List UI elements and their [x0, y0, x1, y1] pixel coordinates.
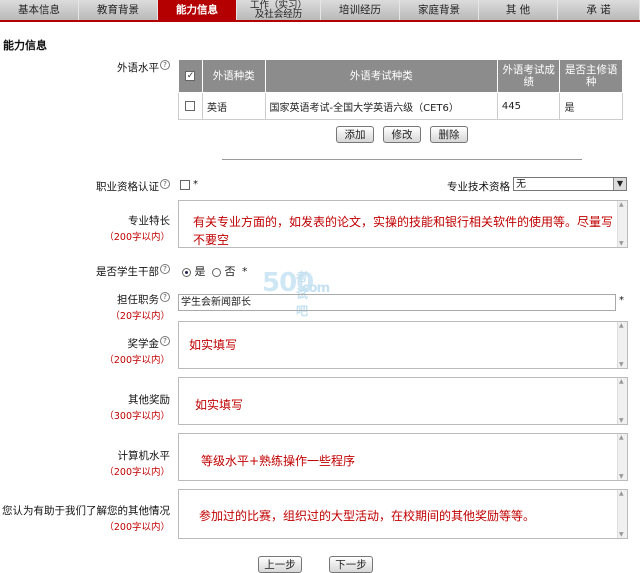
prev-step-button[interactable]: 上一步: [258, 556, 302, 573]
column-header: 外语种类: [201, 59, 266, 93]
language-label-text: 外语水平: [117, 62, 159, 74]
scrollbar[interactable]: [617, 434, 627, 480]
cadre-yes-radio[interactable]: [182, 267, 191, 277]
tech-title-select[interactable]: 无 ▼: [513, 177, 627, 191]
other-awards-textarea[interactable]: 如实填写: [178, 377, 628, 425]
cadre-no-label: 否: [224, 265, 236, 278]
tab-work-experience[interactable]: 工作（实习） 及社会经历: [237, 0, 321, 20]
other-info-limit: （200字以内）: [104, 522, 170, 533]
row-checkbox-cell: [178, 92, 203, 120]
required-mark: *: [242, 265, 248, 278]
chevron-down-icon[interactable]: ▼: [613, 178, 626, 190]
computer-limit: （200字以内）: [104, 467, 170, 478]
tech-title-label: 专业技术资格: [447, 181, 510, 193]
specialty-label-text: 专业特长: [128, 215, 170, 227]
help-icon[interactable]: ?: [160, 60, 170, 70]
specialty-text: 有关专业方面的，如发表的论文，实操的技能和银行相关软件的使用等。尽量写不要空: [193, 215, 614, 247]
edit-button[interactable]: 修改: [383, 126, 421, 143]
tech-title-value: 无: [516, 179, 526, 190]
specialty-limit: （200字以内）: [104, 232, 170, 243]
qualification-label-text: 职业资格认证: [96, 181, 159, 193]
tab-commitment[interactable]: 承 诺: [558, 0, 640, 20]
scrollbar[interactable]: [617, 490, 627, 538]
computer-label: 计算机水平 （200字以内）: [70, 448, 170, 478]
qualification-checkbox[interactable]: [180, 180, 190, 190]
tab-training[interactable]: 培训经历: [321, 0, 400, 20]
scholarship-label-text: 奖学金: [127, 338, 160, 350]
scrollbar[interactable]: [617, 201, 627, 247]
help-icon[interactable]: ?: [160, 264, 170, 274]
help-icon[interactable]: ?: [160, 179, 170, 189]
other-awards-label-text: 其他奖励: [128, 394, 170, 406]
cadre-label: 是否学生干部?: [70, 264, 170, 279]
computer-label-text: 计算机水平: [117, 450, 171, 462]
tab-other[interactable]: 其 他: [479, 0, 558, 20]
tab-bar: 基本信息 教育背景 能力信息 工作（实习） 及社会经历 培训经历 家庭背景 其 …: [0, 0, 640, 22]
other-awards-limit: （300字以内）: [104, 411, 170, 422]
scholarship-label: 奖学金? （200字以内）: [70, 336, 170, 366]
major-cell: 是: [559, 92, 623, 120]
computer-text: 等级水平+熟练操作一些程序: [201, 454, 356, 468]
tab-ability-info[interactable]: 能力信息: [158, 0, 237, 20]
scholarship-textarea[interactable]: 如实填写: [178, 321, 628, 369]
other-info-text: 参加过的比赛，组织过的大型活动，在校期间的其他奖励等等。: [199, 509, 536, 523]
scholarship-limit: （200字以内）: [104, 355, 170, 366]
other-awards-label: 其他奖励 （300字以内）: [70, 392, 170, 422]
language-kind-cell: 英语: [201, 92, 266, 120]
tab-work-line2: 及社会经历: [254, 9, 303, 20]
column-header: 是否主修语种: [559, 59, 623, 93]
exam-type-cell: 国家英语考试-全国大学英语六级（CET6）: [264, 92, 498, 120]
cadre-yes-label: 是: [194, 265, 206, 278]
specialty-textarea[interactable]: 有关专业方面的，如发表的论文，实操的技能和银行相关软件的使用等。尽量写不要空: [178, 200, 628, 248]
specialty-label: 专业特长 （200字以内）: [70, 213, 170, 243]
scrollbar[interactable]: [617, 322, 627, 368]
other-info-textarea[interactable]: 参加过的比赛，组织过的大型活动，在校期间的其他奖励等等。: [178, 489, 628, 539]
section-title: 能力信息: [3, 39, 47, 52]
position-limit: （20字以内）: [110, 311, 170, 322]
computer-textarea[interactable]: 等级水平+熟练操作一些程序: [178, 433, 628, 481]
next-step-button[interactable]: 下一步: [329, 556, 373, 573]
table-row: 英语 国家英语考试-全国大学英语六级（CET6） 445 是: [178, 92, 623, 120]
language-table: ✓ 外语种类 外语考试种类 外语考试成绩 是否主修语种 英语 国家英语考试-全国…: [178, 59, 623, 120]
score-cell: 445: [496, 92, 561, 120]
position-label: 担任职务? （20字以内）: [70, 292, 170, 322]
required-mark: *: [193, 179, 198, 190]
cadre-label-text: 是否学生干部: [96, 266, 159, 278]
select-all-checkbox[interactable]: ✓: [185, 71, 196, 81]
other-awards-text: 如实填写: [195, 398, 244, 412]
cadre-radio-group: 是 否 *: [182, 263, 248, 279]
other-info-label: 您认为有助于我们了解您的其他情况 （200字以内）: [2, 503, 170, 533]
qualification-label: 职业资格认证?: [70, 179, 170, 194]
position-input[interactable]: 学生会新闻部长: [178, 294, 616, 311]
other-info-label-text: 您认为有助于我们了解您的其他情况: [2, 505, 170, 517]
help-icon[interactable]: ?: [160, 292, 170, 302]
add-button[interactable]: 添加: [336, 126, 374, 143]
tab-family[interactable]: 家庭背景: [400, 0, 479, 20]
column-header: 外语考试成绩: [496, 59, 561, 93]
required-mark: *: [619, 295, 624, 306]
language-table-header: ✓ 外语种类 外语考试种类 外语考试成绩 是否主修语种: [178, 59, 623, 93]
row-checkbox[interactable]: [185, 100, 196, 111]
tab-education[interactable]: 教育背景: [79, 0, 158, 20]
scrollbar[interactable]: [617, 378, 627, 424]
divider: [222, 159, 582, 160]
help-icon[interactable]: ?: [160, 336, 170, 346]
cadre-no-radio[interactable]: [212, 267, 221, 277]
language-label: 外语水平?: [80, 60, 170, 75]
delete-button[interactable]: 删除: [430, 126, 468, 143]
position-label-text: 担任职务: [117, 294, 159, 306]
scholarship-text: 如实填写: [189, 338, 238, 352]
column-header: 外语考试种类: [264, 59, 498, 93]
select-all-cell: ✓: [178, 59, 203, 93]
tab-basic-info[interactable]: 基本信息: [0, 0, 79, 20]
